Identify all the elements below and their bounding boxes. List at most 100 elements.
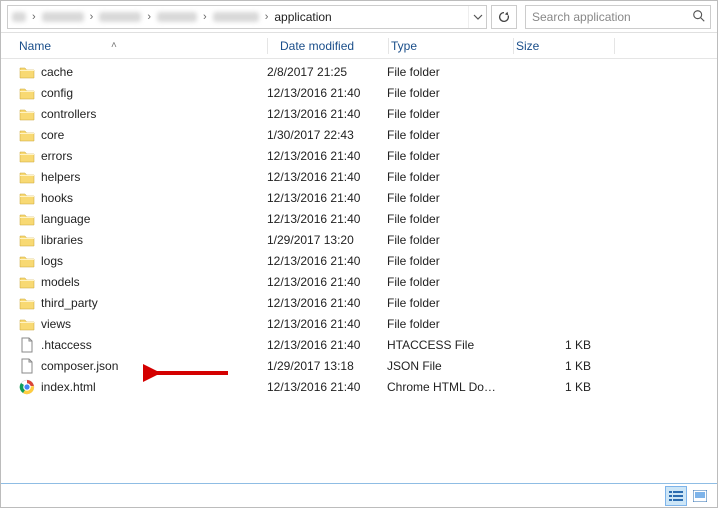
file-type: Chrome HTML Do…: [387, 380, 511, 394]
file-type: HTACCESS File: [387, 338, 511, 352]
folder-icon: [19, 169, 35, 185]
header-date[interactable]: Date modified: [268, 39, 388, 53]
file-type: File folder: [387, 128, 511, 142]
folder-icon: [19, 274, 35, 290]
file-type: File folder: [387, 296, 511, 310]
folder-icon: [19, 232, 35, 248]
breadcrumb-current[interactable]: application: [270, 10, 335, 24]
file-type: File folder: [387, 107, 511, 121]
file-name: libraries: [41, 233, 83, 247]
details-view-icon: [669, 490, 683, 502]
file-name: third_party: [41, 296, 98, 310]
file-date: 2/8/2017 21:25: [267, 65, 387, 79]
folder-icon: [19, 295, 35, 311]
status-bar: [1, 483, 717, 507]
breadcrumb-segment-hidden[interactable]: [99, 12, 141, 22]
file-row[interactable]: composer.json 1/29/2017 13:18JSON File1 K…: [1, 355, 717, 376]
file-name: views: [41, 317, 71, 331]
file-icon: [19, 337, 35, 353]
file-date: 12/13/2016 21:40: [267, 149, 387, 163]
file-name: errors: [41, 149, 72, 163]
header-name[interactable]: Name ˄: [19, 39, 267, 53]
chevron-right-icon: ›: [263, 11, 271, 23]
breadcrumb-segment-hidden[interactable]: [42, 12, 84, 22]
file-type: JSON File: [387, 359, 511, 373]
header-type[interactable]: Type: [389, 39, 513, 53]
search-icon[interactable]: [692, 9, 706, 26]
file-name: config: [41, 86, 73, 100]
file-type: File folder: [387, 233, 511, 247]
folder-icon: [19, 190, 35, 206]
folder-icon: [19, 211, 35, 227]
refresh-button[interactable]: [491, 5, 517, 29]
file-size: 1 KB: [511, 359, 611, 373]
file-date: 1/29/2017 13:20: [267, 233, 387, 247]
file-row[interactable]: views 12/13/2016 21:40File folder: [1, 313, 717, 334]
view-details-button[interactable]: [665, 486, 687, 506]
chevron-right-icon: ›: [201, 11, 209, 23]
chevron-right-icon: ›: [30, 11, 38, 23]
breadcrumb[interactable]: › › › › › application: [7, 5, 487, 29]
file-row[interactable]: language12/13/2016 21:40File folder: [1, 208, 717, 229]
search-input[interactable]: [526, 10, 710, 24]
breadcrumb-dropdown[interactable]: [468, 6, 486, 28]
folder-icon: [19, 253, 35, 269]
file-name: logs: [41, 254, 63, 268]
file-name: controllers: [41, 107, 96, 121]
folder-icon: [19, 64, 35, 80]
file-row[interactable]: cache 2/8/2017 21:25File folder: [1, 61, 717, 82]
file-row[interactable]: errors 12/13/2016 21:40File folder: [1, 145, 717, 166]
file-name: models: [41, 275, 80, 289]
file-row[interactable]: third_party12/13/2016 21:40File folder: [1, 292, 717, 313]
file-date: 12/13/2016 21:40: [267, 86, 387, 100]
file-type: File folder: [387, 170, 511, 184]
folder-icon: [19, 148, 35, 164]
file-row[interactable]: index.html12/13/2016 21:40Chrome HTML Do…: [1, 376, 717, 397]
file-list[interactable]: cache2/8/2017 21:25File folderconfig12/1…: [1, 59, 717, 397]
file-name: cache: [41, 65, 73, 79]
view-large-icons-button[interactable]: [689, 486, 711, 506]
file-name: language: [41, 212, 90, 226]
refresh-icon: [497, 10, 511, 24]
file-icon: [19, 358, 35, 374]
folder-icon: [19, 316, 35, 332]
file-size: 1 KB: [511, 338, 611, 352]
large-icons-view-icon: [693, 490, 707, 502]
breadcrumb-segment-hidden[interactable]: [157, 12, 197, 22]
folder-icon: [19, 85, 35, 101]
column-headers: Name ˄ Date modified Type Size: [1, 33, 717, 59]
file-row[interactable]: helpers12/13/2016 21:40File folder: [1, 166, 717, 187]
header-size[interactable]: Size: [514, 39, 614, 53]
file-name: core: [41, 128, 64, 142]
file-date: 12/13/2016 21:40: [267, 191, 387, 205]
breadcrumb-segment-hidden[interactable]: [12, 12, 26, 22]
file-row[interactable]: controllers 12/13/2016 21:40File folder: [1, 103, 717, 124]
file-type: File folder: [387, 254, 511, 268]
file-type: File folder: [387, 317, 511, 331]
file-date: 1/30/2017 22:43: [267, 128, 387, 142]
file-name: composer.json: [41, 359, 118, 373]
file-date: 12/13/2016 21:40: [267, 338, 387, 352]
header-name-label: Name: [19, 39, 51, 53]
file-row[interactable]: .htaccess12/13/2016 21:40HTACCESS File1 …: [1, 334, 717, 355]
file-date: 12/13/2016 21:40: [267, 107, 387, 121]
file-date: 12/13/2016 21:40: [267, 380, 387, 394]
address-toolbar: › › › › › application: [1, 1, 717, 33]
file-type: File folder: [387, 65, 511, 79]
file-row[interactable]: libraries 1/29/2017 13:20File folder: [1, 229, 717, 250]
file-type: File folder: [387, 86, 511, 100]
search-box[interactable]: [525, 5, 711, 29]
file-date: 12/13/2016 21:40: [267, 254, 387, 268]
folder-icon: [19, 106, 35, 122]
file-row[interactable]: logs 12/13/2016 21:40File folder: [1, 250, 717, 271]
breadcrumb-segment-hidden[interactable]: [213, 12, 259, 22]
file-row[interactable]: core 1/30/2017 22:43File folder: [1, 124, 717, 145]
file-type: File folder: [387, 149, 511, 163]
file-row[interactable]: config 12/13/2016 21:40File folder: [1, 82, 717, 103]
file-date: 12/13/2016 21:40: [267, 317, 387, 331]
file-date: 1/29/2017 13:18: [267, 359, 387, 373]
file-row[interactable]: hooks12/13/2016 21:40File folder: [1, 187, 717, 208]
header-divider[interactable]: [614, 38, 615, 54]
file-row[interactable]: models12/13/2016 21:40File folder: [1, 271, 717, 292]
sort-ascending-icon: ˄: [111, 40, 117, 51]
